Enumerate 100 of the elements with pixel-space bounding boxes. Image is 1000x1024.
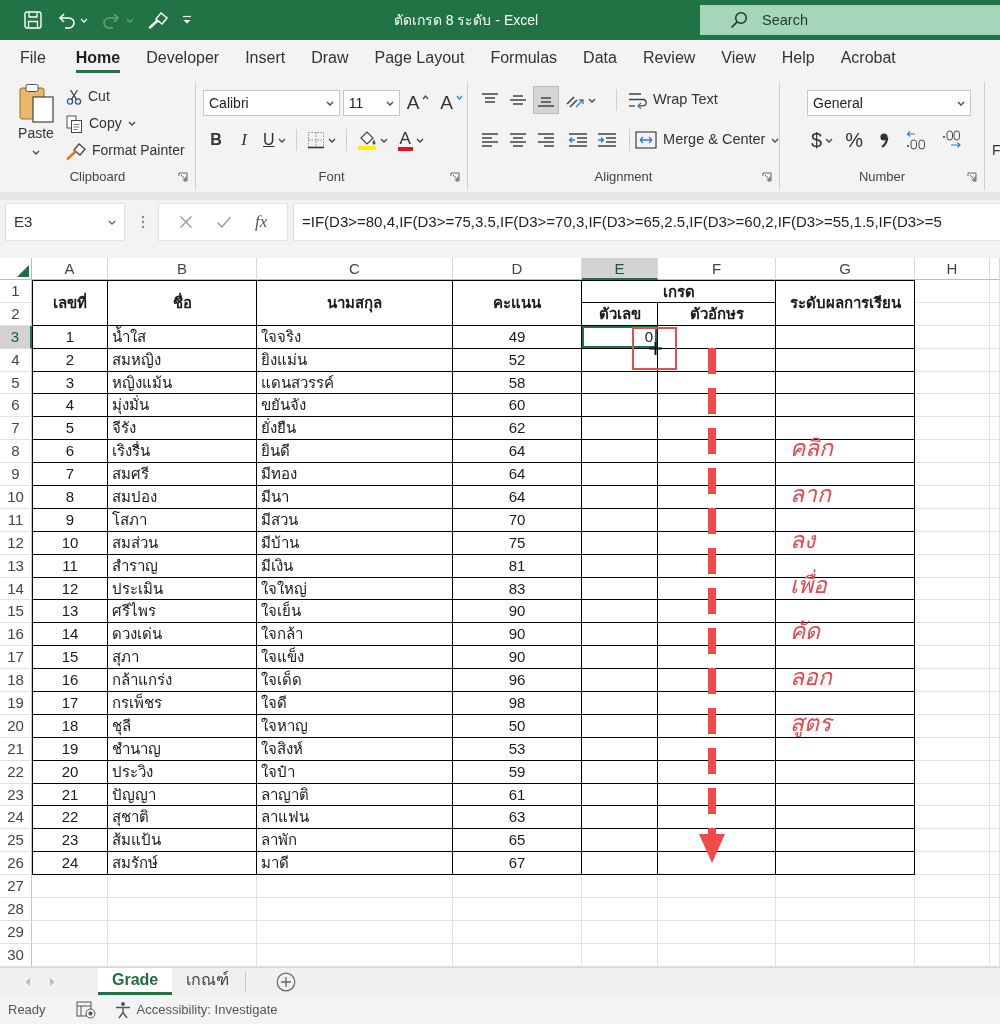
sheet-tab[interactable]: เกณฑ์ [172, 968, 244, 995]
row-header[interactable]: 26 [0, 852, 32, 876]
ribbon-tab[interactable]: Review [642, 48, 696, 73]
row-header[interactable]: 20 [0, 714, 32, 738]
table-cell: 16 [32, 669, 108, 693]
header-cell: เกรด [582, 280, 776, 303]
column-header[interactable]: B [108, 258, 257, 280]
table-cell: 60 [453, 394, 582, 418]
ribbon-tab[interactable]: Formulas [490, 48, 558, 73]
row-header[interactable]: 14 [0, 577, 32, 601]
wrap-text-button[interactable]: Wrap Text [623, 86, 722, 114]
table-cell: 19 [32, 737, 108, 761]
formula-field[interactable]: =IF(D3>=80,4,IF(D3>=75,3.5,IF(D3>=70,3,IF(D3>=65,2.5,IF(D3>=60,2,IF(D3>=55,1.5,IF(D3>=5 [293, 203, 1000, 241]
row-header[interactable]: 28 [0, 898, 32, 921]
row-header[interactable]: 30 [0, 943, 32, 967]
format-painter-button[interactable]: Format Painter [66, 137, 185, 164]
ribbon-tab[interactable]: Data [583, 48, 617, 73]
undo-icon[interactable] [56, 11, 76, 29]
percent-button[interactable]: % [841, 126, 868, 154]
ribbon-tab[interactable]: View [721, 48, 756, 73]
column-header[interactable]: G [776, 258, 915, 280]
row-header[interactable]: 24 [0, 806, 32, 830]
row-header[interactable]: 12 [0, 531, 32, 555]
row-header[interactable]: 19 [0, 692, 32, 715]
row-header[interactable]: 7 [0, 417, 32, 441]
row-header[interactable]: 4 [0, 348, 32, 372]
customize-icon[interactable] [182, 15, 192, 25]
row-header[interactable]: 27 [0, 875, 32, 899]
row-header[interactable]: 17 [0, 646, 32, 670]
align-bottom-button[interactable] [533, 86, 559, 114]
cut-button[interactable]: Cut [66, 83, 185, 110]
row-header[interactable]: 9 [0, 463, 32, 486]
bold-button[interactable]: B [203, 126, 229, 154]
row-header[interactable]: 2 [0, 302, 32, 326]
font-name-field[interactable]: Calibri [203, 90, 340, 116]
row-header[interactable]: 16 [0, 623, 32, 647]
table-cell: มีทอง [257, 463, 453, 486]
dialog-launcher-icon[interactable] [762, 172, 772, 182]
header-cell: คะแนน [453, 280, 582, 326]
dialog-launcher-icon[interactable] [967, 172, 977, 182]
merge-center-button[interactable]: Merge & Center [635, 126, 779, 154]
row-header[interactable]: 10 [0, 486, 32, 509]
column-header[interactable]: A [32, 258, 108, 280]
row-header[interactable]: 22 [0, 760, 32, 784]
column-header[interactable]: F [658, 258, 776, 280]
ribbon-tab[interactable]: Draw [311, 48, 349, 73]
annotation-text: ลาก [790, 479, 831, 508]
paste-button[interactable]: Paste [16, 83, 56, 166]
ribbon-tab[interactable]: Home [75, 48, 121, 73]
annotation-text: เพื่อ [790, 571, 827, 600]
search-field[interactable]: Search [700, 5, 1000, 35]
page-record-icon[interactable] [75, 1000, 96, 1019]
row-header[interactable]: 8 [0, 440, 32, 464]
ribbon-tab[interactable]: Insert [245, 48, 286, 73]
ribbon-tab[interactable]: Developer [146, 48, 220, 73]
italic-button[interactable]: I [231, 126, 257, 154]
sheet-tab[interactable]: Grade [98, 968, 173, 995]
currency-button[interactable]: $ [807, 126, 838, 154]
dialog-launcher-icon[interactable] [450, 172, 460, 182]
copy-button[interactable]: Copy [66, 110, 185, 137]
font-color-button[interactable]: A [393, 126, 428, 154]
row-header[interactable]: 1 [0, 280, 32, 303]
grow-font-button[interactable]: A [402, 89, 434, 117]
row-header[interactable]: 3 [0, 325, 32, 349]
column-header[interactable]: E [582, 258, 658, 280]
row-header[interactable]: 13 [0, 554, 32, 578]
save-icon[interactable] [24, 11, 42, 29]
row-header[interactable]: 18 [0, 669, 32, 693]
row-header[interactable]: 29 [0, 920, 32, 944]
table-cell: หญิงแม้น [108, 371, 257, 395]
name-box[interactable]: E3 [5, 203, 125, 241]
row-header[interactable]: 15 [0, 600, 32, 624]
font-size-field[interactable]: 11 [342, 90, 400, 116]
row-header[interactable]: 11 [0, 508, 32, 532]
caret-up-icon [422, 95, 430, 100]
column-header[interactable]: C [257, 258, 453, 280]
ribbon-tab[interactable]: Page Layout [374, 48, 465, 73]
shrink-font-button[interactable]: A [436, 89, 467, 117]
ribbon-tab[interactable]: File [20, 48, 46, 73]
number-format-field[interactable]: General [807, 90, 971, 116]
row-header[interactable]: 6 [0, 394, 32, 418]
column-header[interactable]: H [915, 258, 990, 280]
check-icon[interactable] [215, 215, 232, 229]
row-header[interactable]: 21 [0, 737, 32, 761]
row-header[interactable]: 23 [0, 783, 32, 807]
underline-button[interactable]: U [259, 126, 290, 154]
cross-icon[interactable] [178, 215, 193, 229]
brush-icon[interactable] [148, 11, 168, 29]
row-header[interactable]: 5 [0, 371, 32, 395]
insert-function-button[interactable]: fx [255, 211, 268, 233]
ribbon-tab[interactable]: Help [781, 48, 815, 73]
accessibility-button[interactable]: Accessibility: Investigate [113, 1000, 278, 1019]
select-all-icon[interactable] [17, 265, 29, 277]
dialog-launcher-icon[interactable] [178, 172, 188, 182]
plus-icon[interactable] [276, 971, 297, 992]
merge-icon [635, 131, 658, 149]
ribbon-tab[interactable]: Acrobat [840, 48, 896, 73]
table-cell: ศรีไพร [108, 600, 257, 624]
table-cell: ชำนาญ [108, 737, 257, 761]
row-header[interactable]: 25 [0, 829, 32, 853]
